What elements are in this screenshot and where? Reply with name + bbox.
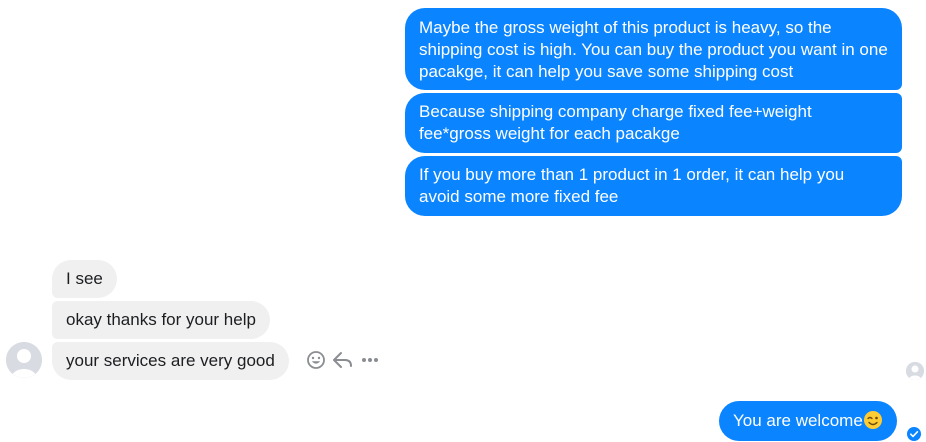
smiley-react-icon[interactable] [305, 349, 327, 371]
outgoing-message[interactable]: You are welcome [719, 401, 897, 441]
reply-text: You are welcome [733, 411, 863, 430]
default-user-icon [906, 362, 924, 380]
incoming-message[interactable]: okay thanks for your help [52, 301, 270, 339]
outgoing-message[interactable]: If you buy more than 1 product in 1 orde… [405, 156, 902, 216]
delivered-check-icon [907, 427, 921, 441]
reply-arrow-icon[interactable] [332, 349, 354, 371]
message-actions [305, 349, 386, 371]
chat-thread: Maybe the gross weight of this product i… [0, 0, 926, 442]
outgoing-message[interactable]: Maybe the gross weight of this product i… [405, 8, 902, 90]
incoming-message[interactable]: I see [52, 260, 117, 298]
incoming-message[interactable]: your services are very good [52, 342, 289, 380]
outgoing-message[interactable]: Because shipping company charge fixed fe… [405, 93, 902, 153]
wink-emoji-icon [863, 410, 883, 430]
seen-receipt-avatar [906, 362, 924, 380]
more-dots-icon[interactable] [359, 349, 381, 371]
default-user-icon [6, 342, 42, 378]
contact-avatar[interactable] [6, 342, 42, 378]
